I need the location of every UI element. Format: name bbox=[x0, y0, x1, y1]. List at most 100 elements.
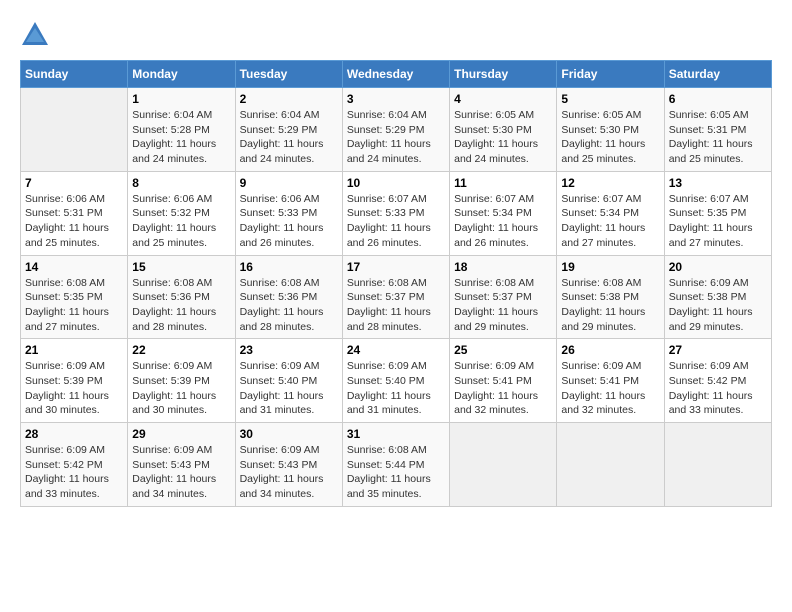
day-number: 22 bbox=[132, 343, 230, 357]
calendar-cell: 24 Sunrise: 6:09 AMSunset: 5:40 PMDayligh… bbox=[342, 339, 449, 423]
day-info: Sunrise: 6:08 AMSunset: 5:44 PMDaylight:… bbox=[347, 443, 445, 502]
day-number: 26 bbox=[561, 343, 659, 357]
day-info: Sunrise: 6:08 AMSunset: 5:35 PMDaylight:… bbox=[25, 276, 123, 335]
header-day: Monday bbox=[128, 61, 235, 88]
day-info: Sunrise: 6:04 AMSunset: 5:29 PMDaylight:… bbox=[347, 108, 445, 167]
calendar-cell: 11Sunrise: 6:07 AMSunset: 5:34 PMDayligh… bbox=[450, 171, 557, 255]
day-number: 27 bbox=[669, 343, 767, 357]
calendar-cell bbox=[664, 423, 771, 507]
calendar-header: SundayMondayTuesdayWednesdayThursdayFrid… bbox=[21, 61, 772, 88]
day-number: 25 bbox=[454, 343, 552, 357]
day-number: 23 bbox=[240, 343, 338, 357]
day-info: Sunrise: 6:09 AMSunset: 5:40 PMDaylight:… bbox=[347, 359, 445, 418]
day-info: Sunrise: 6:09 AMSunset: 5:42 PMDaylight:… bbox=[669, 359, 767, 418]
calendar-cell: 29Sunrise: 6:09 AMSunset: 5:43 PMDayligh… bbox=[128, 423, 235, 507]
calendar-cell: 20 Sunrise: 6:09 AMSunset: 5:38 PMDayligh… bbox=[664, 255, 771, 339]
day-info: Sunrise: 6:05 AMSunset: 5:30 PMDaylight:… bbox=[454, 108, 552, 167]
calendar-cell bbox=[450, 423, 557, 507]
calendar-cell: 5 Sunrise: 6:05 AMSunset: 5:30 PMDaylight… bbox=[557, 88, 664, 172]
calendar-cell: 7 Sunrise: 6:06 AMSunset: 5:31 PMDaylight… bbox=[21, 171, 128, 255]
day-number: 6 bbox=[669, 92, 767, 106]
day-info: Sunrise: 6:05 AMSunset: 5:31 PMDaylight:… bbox=[669, 108, 767, 167]
day-info: Sunrise: 6:06 AMSunset: 5:31 PMDaylight:… bbox=[25, 192, 123, 251]
calendar-cell: 23 Sunrise: 6:09 AMSunset: 5:40 PMDayligh… bbox=[235, 339, 342, 423]
calendar-week-row: 21 Sunrise: 6:09 AMSunset: 5:39 PMDayligh… bbox=[21, 339, 772, 423]
day-number: 20 bbox=[669, 260, 767, 274]
calendar-cell: 22 Sunrise: 6:09 AMSunset: 5:39 PMDayligh… bbox=[128, 339, 235, 423]
header-day: Sunday bbox=[21, 61, 128, 88]
day-number: 21 bbox=[25, 343, 123, 357]
day-number: 14 bbox=[25, 260, 123, 274]
calendar-week-row: 14 Sunrise: 6:08 AMSunset: 5:35 PMDayligh… bbox=[21, 255, 772, 339]
calendar-cell: 30 Sunrise: 6:09 AMSunset: 5:43 PMDayligh… bbox=[235, 423, 342, 507]
day-number: 7 bbox=[25, 176, 123, 190]
day-info: Sunrise: 6:09 AMSunset: 5:43 PMDaylight:… bbox=[132, 443, 230, 502]
calendar-cell: 16Sunrise: 6:08 AMSunset: 5:36 PMDayligh… bbox=[235, 255, 342, 339]
day-number: 28 bbox=[25, 427, 123, 441]
calendar-cell: 17 Sunrise: 6:08 AMSunset: 5:37 PMDayligh… bbox=[342, 255, 449, 339]
calendar-cell: 8Sunrise: 6:06 AMSunset: 5:32 PMDaylight… bbox=[128, 171, 235, 255]
calendar-cell bbox=[557, 423, 664, 507]
calendar-cell: 31 Sunrise: 6:08 AMSunset: 5:44 PMDayligh… bbox=[342, 423, 449, 507]
day-info: Sunrise: 6:07 AMSunset: 5:35 PMDaylight:… bbox=[669, 192, 767, 251]
day-info: Sunrise: 6:09 AMSunset: 5:39 PMDaylight:… bbox=[25, 359, 123, 418]
day-number: 31 bbox=[347, 427, 445, 441]
calendar-cell: 9Sunrise: 6:06 AMSunset: 5:33 PMDaylight… bbox=[235, 171, 342, 255]
day-info: Sunrise: 6:09 AMSunset: 5:39 PMDaylight:… bbox=[132, 359, 230, 418]
day-number: 10 bbox=[347, 176, 445, 190]
page-header bbox=[20, 20, 772, 50]
day-number: 19 bbox=[561, 260, 659, 274]
day-number: 9 bbox=[240, 176, 338, 190]
calendar-table: SundayMondayTuesdayWednesdayThursdayFrid… bbox=[20, 60, 772, 507]
calendar-cell bbox=[21, 88, 128, 172]
day-info: Sunrise: 6:09 AMSunset: 5:42 PMDaylight:… bbox=[25, 443, 123, 502]
calendar-cell: 13 Sunrise: 6:07 AMSunset: 5:35 PMDayligh… bbox=[664, 171, 771, 255]
day-info: Sunrise: 6:04 AMSunset: 5:28 PMDaylight:… bbox=[132, 108, 230, 167]
day-info: Sunrise: 6:05 AMSunset: 5:30 PMDaylight:… bbox=[561, 108, 659, 167]
day-info: Sunrise: 6:09 AMSunset: 5:41 PMDaylight:… bbox=[454, 359, 552, 418]
day-info: Sunrise: 6:04 AMSunset: 5:29 PMDaylight:… bbox=[240, 108, 338, 167]
calendar-week-row: 1 Sunrise: 6:04 AMSunset: 5:28 PMDaylight… bbox=[21, 88, 772, 172]
day-info: Sunrise: 6:09 AMSunset: 5:43 PMDaylight:… bbox=[240, 443, 338, 502]
calendar-cell: 14 Sunrise: 6:08 AMSunset: 5:35 PMDayligh… bbox=[21, 255, 128, 339]
day-info: Sunrise: 6:09 AMSunset: 5:38 PMDaylight:… bbox=[669, 276, 767, 335]
calendar-cell: 19 Sunrise: 6:08 AMSunset: 5:38 PMDayligh… bbox=[557, 255, 664, 339]
day-info: Sunrise: 6:07 AMSunset: 5:34 PMDaylight:… bbox=[561, 192, 659, 251]
calendar-cell: 10Sunrise: 6:07 AMSunset: 5:33 PMDayligh… bbox=[342, 171, 449, 255]
day-number: 18 bbox=[454, 260, 552, 274]
day-info: Sunrise: 6:08 AMSunset: 5:36 PMDaylight:… bbox=[240, 276, 338, 335]
calendar-week-row: 28 Sunrise: 6:09 AMSunset: 5:42 PMDayligh… bbox=[21, 423, 772, 507]
day-number: 30 bbox=[240, 427, 338, 441]
day-number: 4 bbox=[454, 92, 552, 106]
day-number: 11 bbox=[454, 176, 552, 190]
calendar-body: 1 Sunrise: 6:04 AMSunset: 5:28 PMDaylight… bbox=[21, 88, 772, 507]
logo-icon bbox=[20, 20, 50, 50]
calendar-cell: 27 Sunrise: 6:09 AMSunset: 5:42 PMDayligh… bbox=[664, 339, 771, 423]
day-number: 2 bbox=[240, 92, 338, 106]
header-row: SundayMondayTuesdayWednesdayThursdayFrid… bbox=[21, 61, 772, 88]
day-number: 5 bbox=[561, 92, 659, 106]
calendar-week-row: 7 Sunrise: 6:06 AMSunset: 5:31 PMDaylight… bbox=[21, 171, 772, 255]
day-number: 1 bbox=[132, 92, 230, 106]
header-day: Wednesday bbox=[342, 61, 449, 88]
day-info: Sunrise: 6:08 AMSunset: 5:37 PMDaylight:… bbox=[347, 276, 445, 335]
day-number: 12 bbox=[561, 176, 659, 190]
header-day: Thursday bbox=[450, 61, 557, 88]
calendar-cell: 28 Sunrise: 6:09 AMSunset: 5:42 PMDayligh… bbox=[21, 423, 128, 507]
day-number: 24 bbox=[347, 343, 445, 357]
day-info: Sunrise: 6:08 AMSunset: 5:38 PMDaylight:… bbox=[561, 276, 659, 335]
calendar-cell: 25 Sunrise: 6:09 AMSunset: 5:41 PMDayligh… bbox=[450, 339, 557, 423]
day-info: Sunrise: 6:06 AMSunset: 5:32 PMDaylight:… bbox=[132, 192, 230, 251]
day-number: 3 bbox=[347, 92, 445, 106]
calendar-cell: 2 Sunrise: 6:04 AMSunset: 5:29 PMDaylight… bbox=[235, 88, 342, 172]
day-info: Sunrise: 6:09 AMSunset: 5:41 PMDaylight:… bbox=[561, 359, 659, 418]
calendar-cell: 21 Sunrise: 6:09 AMSunset: 5:39 PMDayligh… bbox=[21, 339, 128, 423]
day-number: 17 bbox=[347, 260, 445, 274]
header-day: Saturday bbox=[664, 61, 771, 88]
day-number: 15 bbox=[132, 260, 230, 274]
calendar-cell: 6 Sunrise: 6:05 AMSunset: 5:31 PMDaylight… bbox=[664, 88, 771, 172]
day-number: 13 bbox=[669, 176, 767, 190]
day-info: Sunrise: 6:09 AMSunset: 5:40 PMDaylight:… bbox=[240, 359, 338, 418]
logo bbox=[20, 20, 54, 50]
header-day: Friday bbox=[557, 61, 664, 88]
